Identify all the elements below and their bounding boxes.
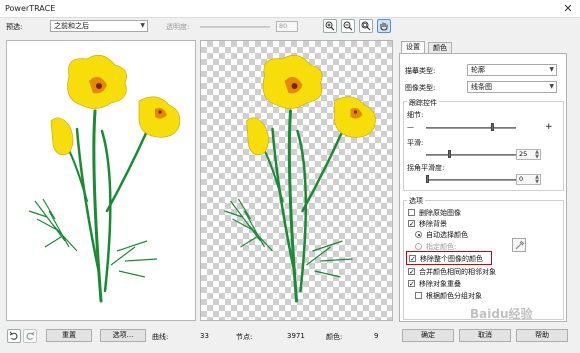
after-preview-panel[interactable]	[200, 40, 393, 321]
nodes-value: 3971	[287, 332, 305, 340]
options-button-label: 选项...	[112, 331, 134, 339]
trace-type-value: 轮廓	[471, 66, 485, 74]
eyedropper-icon[interactable]	[512, 238, 526, 252]
remove-overlap-checkbox[interactable]: ✓	[408, 280, 415, 288]
preview-dropdown[interactable]: 之前和之后 ▼	[50, 20, 148, 32]
transparency-slider[interactable]	[200, 26, 270, 28]
colors-value: 9	[374, 332, 379, 340]
auto-color-radio[interactable]	[415, 231, 422, 238]
cancel-button[interactable]: 取消	[459, 329, 511, 342]
smoothing-slider-thumb[interactable]	[447, 150, 451, 158]
delete-original-checkbox[interactable]	[408, 209, 415, 216]
options-button[interactable]: 选项...	[100, 329, 146, 342]
corner-smoothing-value: 0	[519, 175, 524, 183]
preview-dropdown-value: 之前和之后	[54, 22, 89, 30]
corner-smoothing-slider[interactable]	[426, 179, 516, 181]
remove-overlap-label: 移除对象重叠	[419, 280, 461, 288]
help-button[interactable]: 帮助	[516, 329, 568, 342]
settings-panel: 描摹类型: 轮廓 ▼ 图像类型: 线条图 ▼ 跟踪控件 细节: — + 平滑: …	[399, 53, 567, 322]
preview-label: 预选:	[6, 23, 23, 31]
cancel-button-label: 取消	[478, 331, 492, 339]
smoothing-label: 平滑:	[407, 139, 424, 147]
smoothing-value: 25	[519, 150, 528, 158]
ok-button[interactable]: 确定	[402, 329, 454, 342]
spinner-arrows-icon[interactable]: ▲ ▼	[535, 150, 539, 160]
chevron-down-icon: ▼	[549, 83, 554, 90]
transparency-label: 透明度:	[166, 23, 190, 31]
nodes-label: 节点:	[236, 333, 253, 341]
image-type-dropdown[interactable]: 线条图 ▼	[467, 81, 557, 93]
group-by-color-label: 根据颜色分组对象	[426, 292, 482, 300]
chevron-down-icon: ▼	[140, 22, 145, 29]
detail-slider-thumb[interactable]	[491, 123, 495, 131]
trace-type-dropdown[interactable]: 轮廓 ▼	[467, 64, 557, 76]
smoothing-slider[interactable]	[426, 154, 516, 156]
spinner-arrows-icon[interactable]: ▲ ▼	[535, 175, 539, 185]
colors-label: 颜色:	[326, 333, 343, 341]
remove-background-checkbox[interactable]: ✓	[408, 220, 415, 228]
reset-button-label: 重置	[62, 331, 76, 339]
remove-whole-image-color-checkbox[interactable]: ✓	[409, 255, 416, 263]
detail-label: 细节:	[407, 111, 424, 119]
close-button[interactable]: ✕	[560, 2, 576, 16]
reset-button[interactable]: 重置	[46, 329, 92, 342]
undo-icon[interactable]	[7, 329, 21, 343]
specify-color-radio[interactable]	[415, 243, 422, 250]
delete-original-label: 删除原始图像	[419, 209, 461, 217]
chevron-down-icon: ▼	[549, 66, 554, 73]
trace-type-label: 描摹类型:	[405, 67, 436, 75]
image-type-label: 图像类型:	[405, 84, 436, 92]
auto-color-label: 自动选择颜色	[426, 231, 468, 239]
watermark: Baidu经验	[470, 307, 533, 321]
group-by-color-checkbox[interactable]	[415, 292, 422, 299]
tab-colors-label: 颜色	[433, 44, 447, 52]
merge-adjacent-label: 合并颜色相同的相邻对象	[419, 268, 496, 276]
hand-pan-icon[interactable]	[377, 19, 391, 33]
corner-smoothing-spinner[interactable]: 0 ▲ ▼	[516, 174, 541, 185]
before-preview-panel[interactable]	[6, 40, 196, 321]
detail-plus-label: +	[545, 122, 553, 132]
window-title: PowerTRACE	[5, 4, 56, 13]
flower-image-traced	[224, 54, 376, 303]
corner-smoothing-label: 拐角平滑度:	[407, 164, 445, 172]
help-button-label: 帮助	[535, 331, 549, 339]
zoom-out-icon[interactable]	[341, 19, 355, 33]
zoom-fit-icon[interactable]	[359, 19, 373, 33]
transparency-spinner[interactable]: 80	[276, 21, 298, 32]
smoothing-spinner[interactable]: 25 ▲ ▼	[516, 149, 541, 160]
curves-label: 曲线:	[152, 333, 169, 341]
options-title: 选项	[407, 196, 425, 206]
tab-settings-label: 设置	[406, 43, 420, 51]
detail-slider[interactable]	[426, 127, 516, 129]
detail-minus-label: —	[407, 123, 414, 131]
remove-background-label: 移除背景	[419, 220, 447, 228]
remove-whole-image-color-label: 移除整个图像的颜色	[420, 255, 483, 263]
corner-smoothing-slider-thumb[interactable]	[426, 175, 429, 183]
flower-image-original	[28, 54, 181, 303]
merge-adjacent-checkbox[interactable]: ✓	[408, 268, 415, 276]
transparency-value: 80	[279, 22, 288, 30]
image-type-value: 线条图	[471, 83, 492, 91]
redo-icon[interactable]	[23, 329, 37, 343]
title-bar: PowerTRACE ✕	[0, 0, 580, 18]
curves-value: 33	[200, 332, 209, 340]
ok-button-label: 确定	[421, 331, 435, 339]
trace-controls-title: 跟踪控件	[407, 98, 439, 108]
zoom-in-icon[interactable]	[323, 19, 337, 33]
